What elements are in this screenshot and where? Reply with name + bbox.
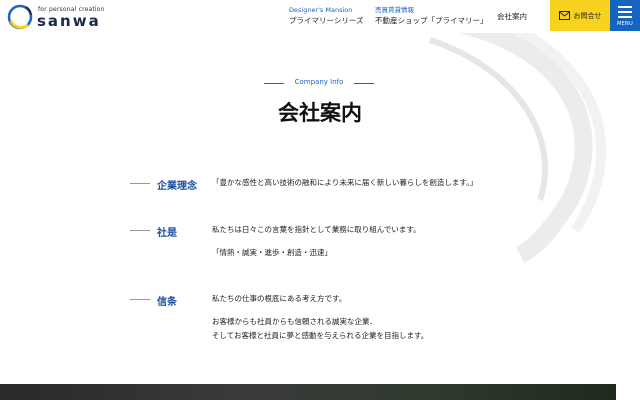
row-text: そしてお客様と社員に夢と感動を与えられる企業を目指します。 [212,331,429,340]
divider-line [264,83,284,84]
row-text: お客様からも社員からも信頼される誠実な企業、 [212,317,377,326]
mail-icon [558,11,570,20]
nav-main-label: 不動産ショップ「プライマリー」 [375,16,488,25]
section-subtitle-text: Company Info [294,78,344,86]
row-text: 「情熱・誠実・進歩・創造・迅速」 [212,248,332,257]
row-label: 社是 [157,228,177,239]
logo-name: sanwa [37,12,101,30]
menu-icon [618,6,632,18]
site-header: for personal creation sanwa Designer's M… [0,0,640,33]
divider-line [130,183,150,184]
row-text: 「豊かな感性と高い技術の融和により未来に届く新しい暮らしを創造します。」 [212,178,478,187]
site-logo[interactable]: for personal creation sanwa [6,3,126,31]
logo-mark-icon [7,4,33,30]
nav-primary-series[interactable]: Designer's Mansion プライマリーシリーズ [289,6,363,26]
contact-button[interactable]: お問合せ [550,0,610,31]
nav-company-info[interactable]: 会社案内 [497,11,527,22]
divider-line [354,83,374,84]
contact-label: お問合せ [573,11,602,20]
row-label: 企業理念 [157,181,197,192]
row-text: 私たちの仕事の根底にある考え方です。 [212,294,347,303]
nav-main-label: プライマリーシリーズ [289,16,364,25]
divider-line [130,299,150,300]
nav-sub-label: 売買賃貸情報 [375,6,414,14]
section-subtitle: Company Info [264,78,374,88]
menu-label: MENU [616,21,634,27]
divider-line [130,230,150,231]
menu-button[interactable]: MENU [610,0,640,31]
row-text: 私たちは日々この言葉を指針として業務に取り組んでいます。 [212,225,421,234]
nav-realestate-shop[interactable]: 売買賃貸情報 不動産ショップ「プライマリー」 [375,6,488,26]
nav-sub-label: Designer's Mansion [289,6,353,14]
row-label: 信条 [157,297,177,308]
building-photo [0,384,616,400]
page-title: 会社案内 [278,101,362,125]
